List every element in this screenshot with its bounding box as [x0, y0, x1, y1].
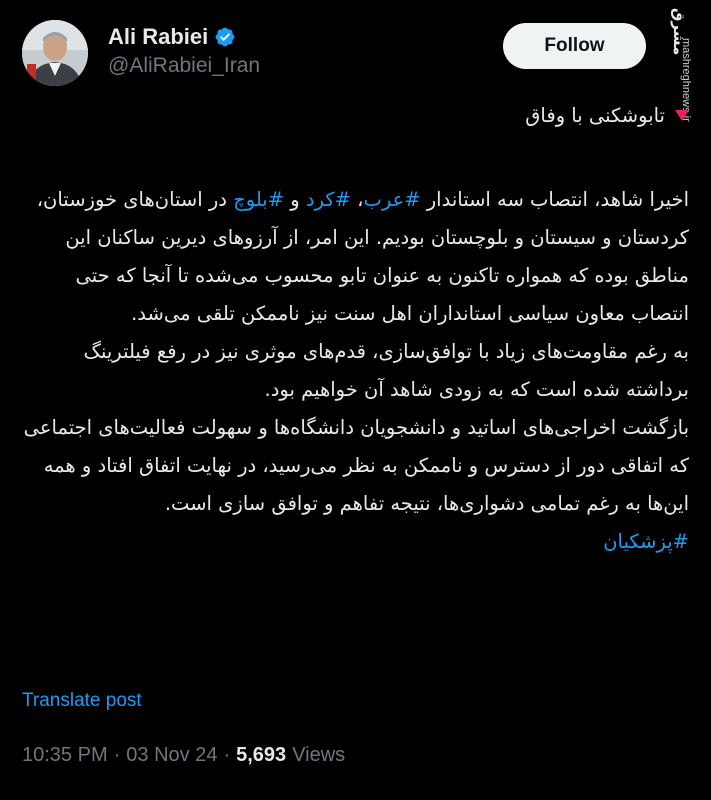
follow-button[interactable]: Follow	[503, 23, 646, 69]
text-segment: ،	[350, 188, 364, 211]
avatar-photo	[22, 20, 88, 86]
hashtag-link[interactable]: #عرب	[363, 188, 420, 211]
verified-badge-icon	[215, 27, 235, 47]
separator-dot: ·	[223, 744, 231, 766]
post-time[interactable]: 10:35 PM	[22, 744, 108, 767]
post-meta: 10:35 PM · 03 Nov 24 · 5,693 Views	[22, 744, 345, 767]
text-segment: و	[284, 188, 306, 211]
post-paragraph: به رغم مقاومت‌های زیاد با توافق‌سازی، قد…	[22, 333, 689, 409]
author-handle[interactable]: @AliRabiei_Iran	[108, 54, 260, 78]
text-segment: بازگشت اخراجی‌های اساتید و دانشجویان دان…	[23, 416, 689, 515]
hashtag-link[interactable]: #پزشکیان	[603, 530, 689, 553]
post-paragraph: بازگشت اخراجی‌های اساتید و دانشجویان دان…	[22, 409, 689, 523]
views-label: Views	[292, 744, 346, 766]
post-title: تابوشکنی با وفاق	[525, 104, 665, 127]
post-title-line: تابوشکنی با وفاق	[22, 104, 689, 127]
author-name[interactable]: Ali Rabiei	[108, 24, 208, 50]
translate-post-link[interactable]: Translate post	[22, 690, 142, 712]
avatar[interactable]	[22, 20, 88, 86]
text-segment: به رغم مقاومت‌های زیاد با توافق‌سازی، قد…	[83, 340, 689, 401]
post-paragraph: #پزشکیان	[22, 523, 689, 561]
separator-dot: ·	[113, 744, 121, 766]
views-count: 5,693	[236, 744, 287, 766]
post-header: Ali Rabiei @AliRabiei_Iran Follow مشرق m…	[0, 0, 711, 122]
post-paragraph: اخیرا شاهد، انتصاب سه استاندار #عرب، #کر…	[22, 181, 689, 333]
hashtag-link[interactable]: #کرد	[306, 188, 351, 211]
post-body: اخیرا شاهد، انتصاب سه استاندار #عرب، #کر…	[22, 181, 689, 561]
post-date[interactable]: 03 Nov 24	[126, 744, 217, 767]
hashtag-link[interactable]: #بلوچ	[233, 188, 284, 211]
red-triangle-icon	[675, 110, 689, 121]
text-segment: اخیرا شاهد، انتصاب سه استاندار	[420, 188, 689, 211]
